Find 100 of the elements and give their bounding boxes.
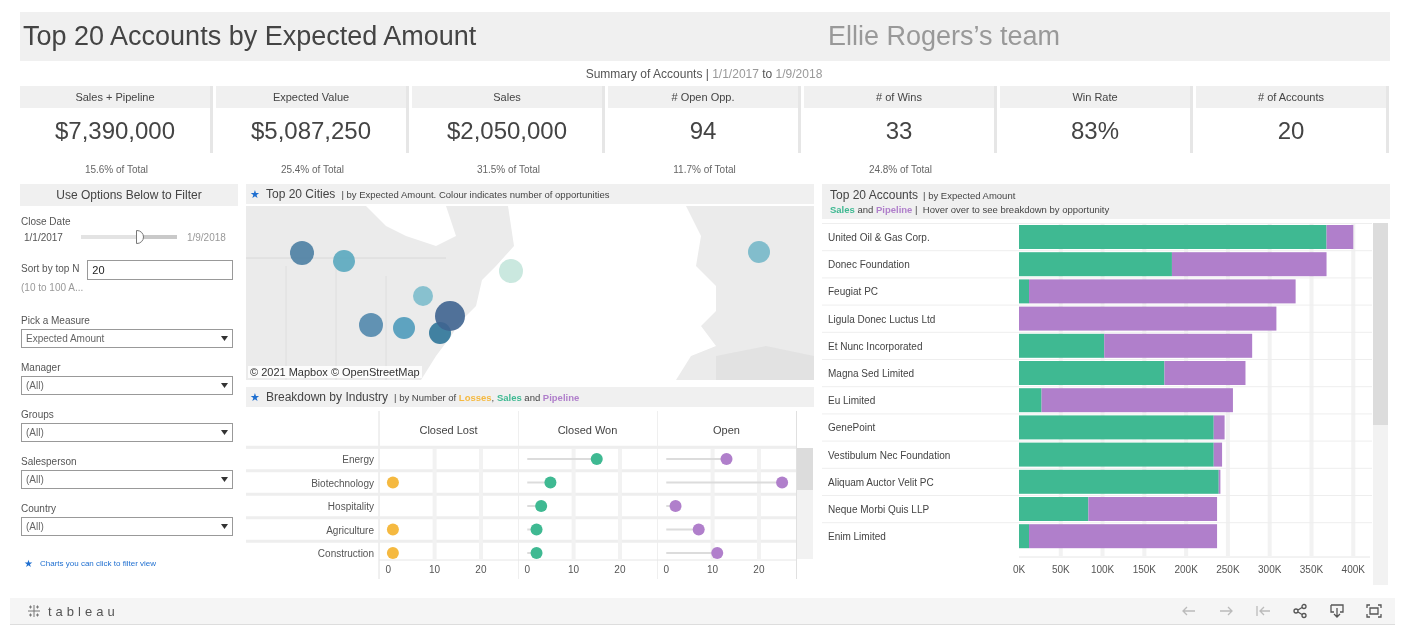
bar-segment[interactable] bbox=[1213, 442, 1223, 467]
bar-segment[interactable] bbox=[1019, 279, 1030, 304]
map-attribution: © 2021 Mapbox © OpenStreetMap bbox=[248, 366, 422, 378]
dot-marker[interactable] bbox=[386, 476, 399, 489]
filter-label: Manager bbox=[21, 362, 62, 373]
filter-label: Pick a Measure bbox=[21, 315, 91, 326]
bar-segment[interactable] bbox=[1019, 388, 1042, 413]
dashboard-title: Top 20 Accounts by Expected Amount bbox=[22, 21, 478, 52]
kpi-label: # of Accounts bbox=[1257, 91, 1324, 103]
dot-marker[interactable] bbox=[530, 523, 543, 536]
dot-marker[interactable] bbox=[776, 476, 789, 489]
kpi-value: $7,390,000 bbox=[54, 116, 176, 145]
chart-subtitle: | by Number of Losses, Sales and Pipeline bbox=[394, 391, 580, 403]
bar-segment[interactable] bbox=[1019, 252, 1172, 277]
first-page-icon[interactable] bbox=[1254, 603, 1272, 619]
input-field[interactable]: 20 bbox=[87, 260, 233, 280]
kpi-label: # of Wins bbox=[876, 91, 922, 103]
slider-start-label: 1/1/2017 bbox=[24, 231, 63, 243]
axis-tick-label: 150K bbox=[1132, 564, 1157, 575]
filter-label: Salesperson bbox=[21, 456, 78, 467]
column-header: Closed Lost bbox=[419, 424, 478, 436]
axis-tick-label: 0K bbox=[1012, 564, 1026, 575]
dot-marker[interactable] bbox=[711, 547, 724, 559]
filter-note: Charts you can click to filter view bbox=[40, 559, 157, 568]
summary-heading: Summary of Accounts | 1/1/2017 to 1/9/2018 bbox=[585, 67, 823, 81]
kpi-value: $2,050,000 bbox=[446, 116, 568, 145]
dropdown[interactable]: (All) bbox=[21, 376, 233, 395]
axis-tick-label: 100K bbox=[1090, 564, 1115, 575]
axis-tick-label: 10 bbox=[568, 564, 580, 575]
kpi-value: 83% bbox=[1070, 116, 1119, 145]
download-icon[interactable] bbox=[1328, 603, 1346, 619]
account-name: Enim Limited bbox=[828, 531, 886, 543]
account-name: Feugiat PC bbox=[828, 286, 879, 298]
bar-segment[interactable] bbox=[1019, 333, 1105, 358]
axis-tick-label: 250K bbox=[1216, 564, 1240, 575]
scrollbar-thumb[interactable] bbox=[797, 448, 813, 490]
kpi-value: 94 bbox=[689, 116, 717, 145]
bar-segment[interactable] bbox=[1104, 333, 1253, 358]
slider-thumb[interactable] bbox=[136, 230, 145, 244]
axis-tick-label: 20 bbox=[753, 564, 765, 575]
filter-label: Close Date bbox=[21, 216, 72, 227]
dot-marker[interactable] bbox=[669, 500, 682, 512]
account-name: Ligula Donec Luctus Ltd bbox=[828, 313, 936, 325]
dot-marker[interactable] bbox=[386, 547, 399, 559]
axis-tick-label: 10 bbox=[429, 564, 441, 575]
bar-segment[interactable] bbox=[1213, 415, 1225, 440]
filter-label: Sort by top N bbox=[21, 262, 81, 276]
bar-segment[interactable] bbox=[1041, 388, 1233, 413]
share-icon[interactable] bbox=[1291, 603, 1309, 619]
dot-marker[interactable] bbox=[386, 523, 399, 536]
row-label: Biotechnology bbox=[311, 477, 374, 489]
fullscreen-icon[interactable] bbox=[1365, 603, 1383, 619]
account-name: Et Nunc Incorporated bbox=[828, 340, 923, 352]
bar-segment[interactable] bbox=[1164, 361, 1246, 385]
bar-segment[interactable] bbox=[1019, 524, 1030, 549]
axis-tick-label: 20 bbox=[475, 564, 487, 575]
kpi-label: # Open Opp. bbox=[671, 91, 735, 103]
account-name: Donec Foundation bbox=[828, 259, 910, 271]
axis-tick-label: 350K bbox=[1299, 564, 1324, 575]
bar-segment[interactable] bbox=[1019, 306, 1277, 331]
bar-segment[interactable] bbox=[1019, 415, 1214, 440]
caret-icon bbox=[221, 477, 228, 482]
dot-marker[interactable] bbox=[530, 547, 543, 559]
dot-marker[interactable] bbox=[590, 453, 603, 465]
column-header: Open bbox=[713, 424, 740, 436]
dropdown[interactable]: (All) bbox=[21, 517, 233, 536]
filter-hint: (10 to 100 A... bbox=[21, 282, 84, 293]
dropdown[interactable]: Expected Amount bbox=[21, 329, 233, 348]
bar-segment[interactable] bbox=[1218, 469, 1221, 494]
scrollbar[interactable] bbox=[1373, 223, 1388, 585]
dot-marker[interactable] bbox=[544, 476, 557, 489]
bar-segment[interactable] bbox=[1171, 252, 1327, 277]
filter-panel-heading: Use Options Below to Filter bbox=[56, 188, 202, 202]
dropdown[interactable]: (All) bbox=[21, 470, 233, 489]
scrollbar-thumb[interactable] bbox=[1373, 223, 1388, 425]
bar-segment[interactable] bbox=[1326, 225, 1354, 249]
dot-marker[interactable] bbox=[692, 523, 705, 536]
star-icon: ★ bbox=[250, 390, 260, 404]
date-slider[interactable] bbox=[80, 230, 177, 244]
kpi-value: 33 bbox=[885, 116, 913, 145]
axis-tick-label: 400K bbox=[1341, 564, 1365, 575]
account-name: Aliquam Auctor Velit PC bbox=[828, 476, 934, 488]
dropdown[interactable]: (All) bbox=[21, 423, 233, 442]
chart-legend: Sales and Pipeline | Hover over to see breakdown by opportunity bbox=[830, 204, 1390, 215]
axis-tick-label: 20 bbox=[614, 564, 626, 575]
bar-segment[interactable] bbox=[1029, 524, 1218, 549]
bar-segment[interactable] bbox=[1019, 442, 1214, 467]
dot-marker[interactable] bbox=[535, 500, 548, 512]
scrollbar[interactable] bbox=[797, 448, 813, 559]
kpi-value: 20 bbox=[1277, 116, 1305, 145]
bar-segment[interactable] bbox=[1019, 469, 1219, 494]
caret-icon bbox=[221, 383, 228, 388]
kpi-label: Sales bbox=[493, 91, 521, 103]
kpi-value: $5,087,250 bbox=[250, 116, 372, 145]
kpi-share: 31.5% of Total bbox=[476, 164, 541, 177]
dot-marker[interactable] bbox=[720, 453, 733, 465]
bar-segment[interactable] bbox=[1029, 279, 1296, 304]
axis-tick-label: 0 bbox=[663, 564, 670, 575]
chart-subtitle: | by Expected Amount. Colour indicates number of opportunities bbox=[341, 188, 610, 200]
caret-icon bbox=[221, 430, 228, 435]
